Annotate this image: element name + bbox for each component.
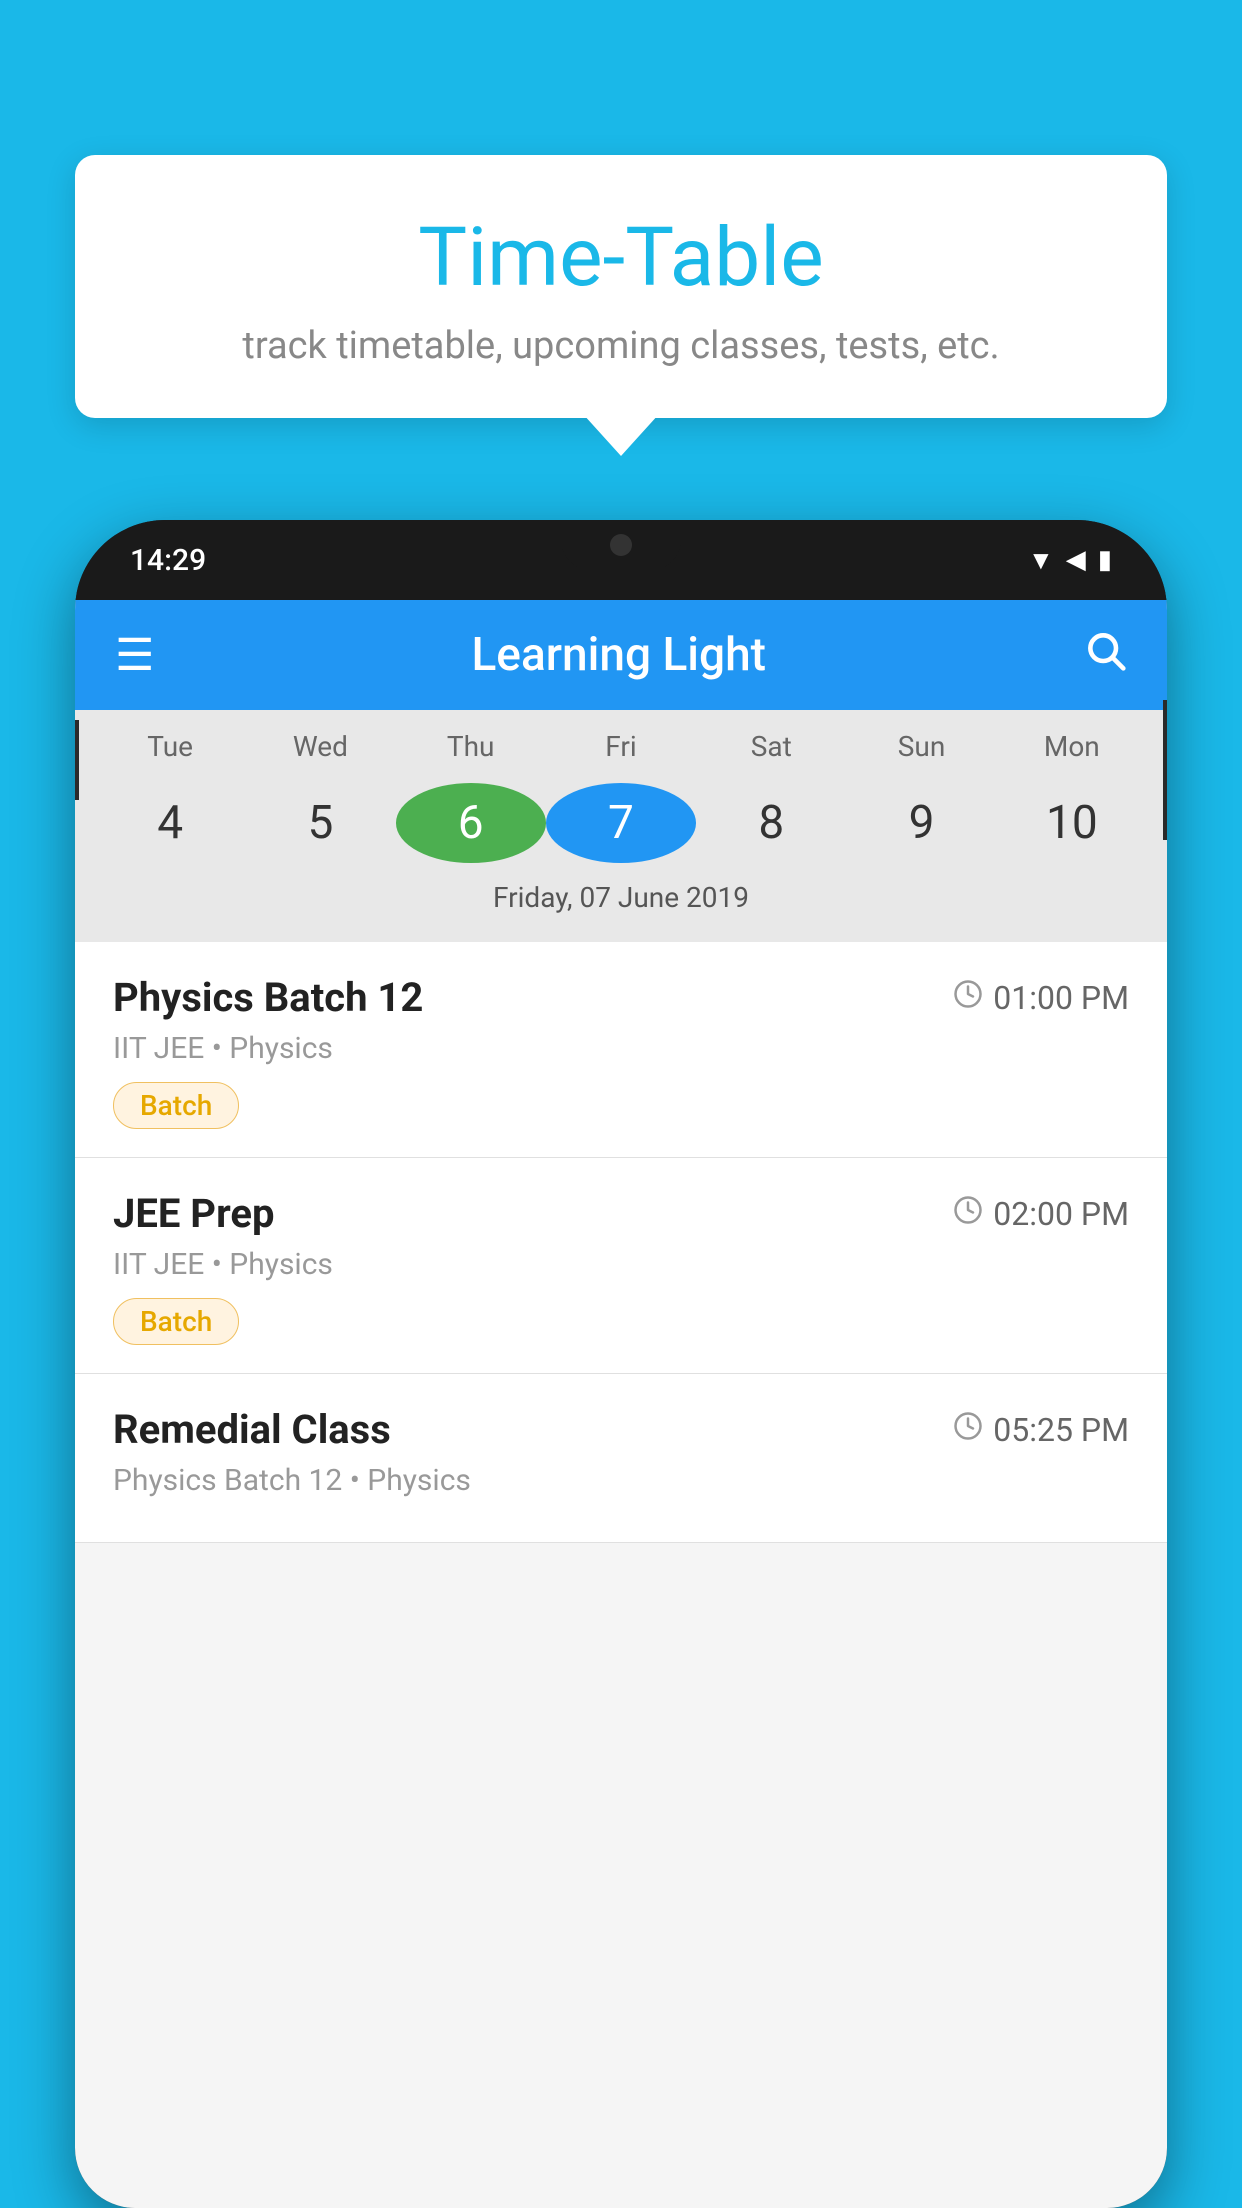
day-header-fri: Fri	[546, 730, 696, 773]
tooltip-subtitle: track timetable, upcoming classes, tests…	[135, 324, 1107, 368]
hamburger-icon[interactable]: ☰	[115, 629, 154, 681]
class-time-2: 02:00 PM	[953, 1195, 1129, 1233]
day-6-today[interactable]: 6	[396, 783, 546, 863]
class-name-1: Physics Batch 12	[113, 974, 423, 1021]
day-header-thu: Thu	[396, 730, 546, 773]
side-button-left	[75, 720, 79, 800]
day-7-selected[interactable]: 7	[546, 783, 696, 863]
app-screen: ☰ Learning Light Tue Wed Thu Fri Sat Sun…	[75, 600, 1167, 2208]
day-header-wed: Wed	[245, 730, 395, 773]
day-10[interactable]: 10	[997, 783, 1147, 863]
class-item-header-1: Physics Batch 12 01:00 PM	[113, 974, 1129, 1021]
battery-icon: ▮	[1098, 545, 1112, 575]
class-time-3: 05:25 PM	[953, 1411, 1129, 1449]
day-5[interactable]: 5	[245, 783, 395, 863]
class-time-1: 01:00 PM	[953, 979, 1129, 1017]
status-icons: ▼ ◀ ▮	[1028, 545, 1112, 576]
batch-badge-2: Batch	[113, 1298, 239, 1345]
class-subject-1: IIT JEE • Physics	[113, 1031, 1129, 1066]
tooltip-title: Time-Table	[135, 210, 1107, 306]
batch-badge-1: Batch	[113, 1082, 239, 1129]
day-header-mon: Mon	[997, 730, 1147, 773]
day-header-sun: Sun	[846, 730, 996, 773]
day-9[interactable]: 9	[846, 783, 996, 863]
class-item-remedial[interactable]: Remedial Class 05:25 PM Physics Batch 12…	[75, 1374, 1167, 1543]
phone-frame: 14:29 ▼ ◀ ▮ ☰ Learning Light Tue	[75, 520, 1167, 2208]
toolbar-title: Learning Light	[184, 628, 1053, 682]
class-list: Physics Batch 12 01:00 PM IIT JEE • Phys…	[75, 942, 1167, 1543]
phone-notch	[561, 520, 681, 570]
status-bar: 14:29 ▼ ◀ ▮	[75, 520, 1167, 600]
calendar-week: Tue Wed Thu Fri Sat Sun Mon 4 5 6 7 8 9 …	[75, 710, 1167, 942]
class-item-header-3: Remedial Class 05:25 PM	[113, 1406, 1129, 1453]
tooltip-card: Time-Table track timetable, upcoming cla…	[75, 155, 1167, 418]
day-8[interactable]: 8	[696, 783, 846, 863]
class-subject-2: IIT JEE • Physics	[113, 1247, 1129, 1282]
signal-icon: ◀	[1066, 545, 1086, 575]
selected-date-label: Friday, 07 June 2019	[75, 873, 1167, 932]
day-headers: Tue Wed Thu Fri Sat Sun Mon	[75, 730, 1167, 773]
day-numbers: 4 5 6 7 8 9 10	[75, 773, 1167, 873]
side-button-right	[1163, 700, 1167, 840]
clock-icon-2	[953, 1195, 983, 1233]
class-name-3: Remedial Class	[113, 1406, 391, 1453]
day-header-tue: Tue	[95, 730, 245, 773]
status-time: 14:29	[130, 543, 206, 578]
class-item-header-2: JEE Prep 02:00 PM	[113, 1190, 1129, 1237]
clock-icon-3	[953, 1411, 983, 1449]
search-icon[interactable]	[1083, 628, 1127, 683]
day-4[interactable]: 4	[95, 783, 245, 863]
class-item-physics-batch-12[interactable]: Physics Batch 12 01:00 PM IIT JEE • Phys…	[75, 942, 1167, 1158]
clock-icon-1	[953, 979, 983, 1017]
class-name-2: JEE Prep	[113, 1190, 274, 1237]
wifi-icon: ▼	[1028, 545, 1054, 576]
app-toolbar: ☰ Learning Light	[75, 600, 1167, 710]
camera-notch	[610, 534, 632, 556]
class-subject-3: Physics Batch 12 • Physics	[113, 1463, 1129, 1498]
class-item-jee-prep[interactable]: JEE Prep 02:00 PM IIT JEE • Physics Batc…	[75, 1158, 1167, 1374]
day-header-sat: Sat	[696, 730, 846, 773]
